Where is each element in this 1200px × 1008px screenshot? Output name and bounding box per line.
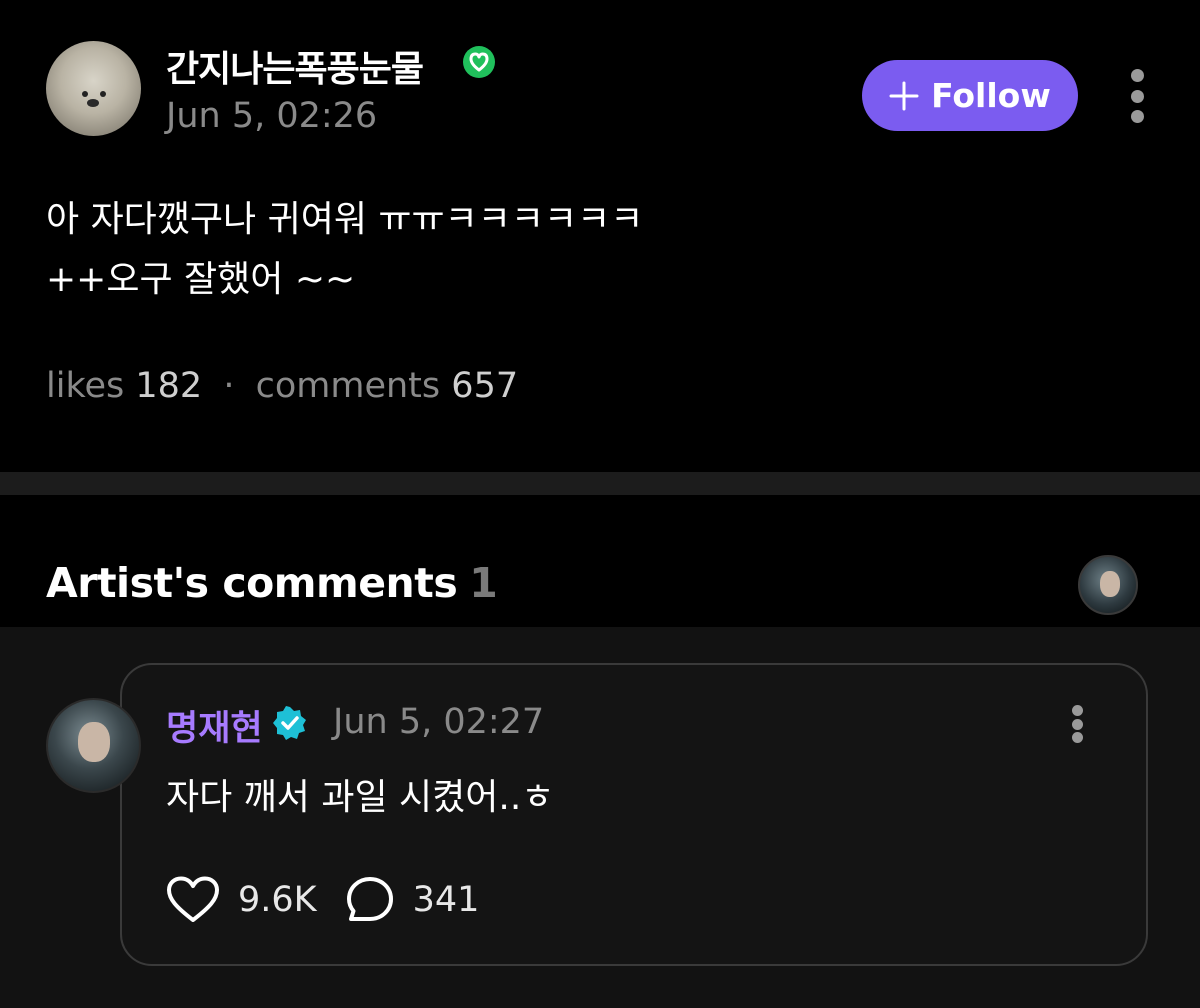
avatar-eye [82, 91, 88, 97]
comment-timestamp: Jun 5, 02:27 [333, 702, 545, 742]
more-vertical-icon[interactable] [1131, 69, 1145, 123]
comment-username[interactable]: 명재현 [166, 700, 263, 751]
comments-label[interactable]: comments [256, 366, 441, 406]
post-stats: likes 182 · comments 657 [46, 366, 518, 406]
plus-icon [889, 81, 919, 110]
dot [1072, 718, 1083, 730]
comment-like-count: 9.6K [238, 880, 317, 920]
user-avatar[interactable] [46, 41, 141, 136]
more-vertical-icon[interactable] [1072, 705, 1084, 743]
follow-button[interactable]: Follow [862, 60, 1078, 131]
comment-reply-count: 341 [412, 880, 480, 920]
avatar-face [78, 722, 110, 762]
section-divider [0, 472, 1200, 495]
artist-comments-count: 1 [469, 559, 498, 607]
likes-label: likes [46, 366, 125, 406]
heart-icon[interactable] [166, 876, 220, 924]
dot [1072, 705, 1083, 716]
artist-comments-label: Artist's comments [46, 559, 458, 607]
comment-body: 자다 깨서 과일 시켰어..ㅎ [166, 777, 555, 818]
likes-count: 182 [135, 366, 203, 406]
post: 간지나는폭풍눈물 Jun 5, 02:26 Follow 아 자다깼구나 귀여워… [0, 0, 1200, 472]
avatar-eye [100, 91, 106, 97]
verified-badge-green-icon [463, 46, 495, 78]
post-username[interactable]: 간지나는폭풍눈물 [166, 40, 424, 92]
artist-comments-header: Artist's comments 1 [0, 495, 1200, 627]
dot [1131, 69, 1144, 82]
dot [1131, 110, 1144, 123]
comment-bubble-icon[interactable] [345, 875, 395, 925]
stats-separator: · [223, 366, 235, 406]
follow-button-label: Follow [931, 76, 1051, 115]
avatar-nose [87, 99, 99, 107]
artist-avatar-small[interactable] [1078, 555, 1138, 615]
comment-actions: 9.6K 341 [166, 872, 479, 928]
post-body: 아 자다깼구나 귀여워 ㅠㅠㅋㅋㅋㅋㅋㅋ ++오구 잘했어 ~~ [46, 199, 644, 300]
artist-comments-title: Artist's comments 1 [46, 559, 498, 607]
comments-count[interactable]: 657 [451, 366, 518, 406]
post-timestamp: Jun 5, 02:26 [166, 96, 378, 136]
dot [1072, 732, 1083, 743]
verified-badge-teal-icon [273, 706, 306, 740]
avatar-face [1100, 571, 1120, 597]
comment-avatar[interactable] [46, 698, 141, 793]
dot [1131, 89, 1144, 103]
